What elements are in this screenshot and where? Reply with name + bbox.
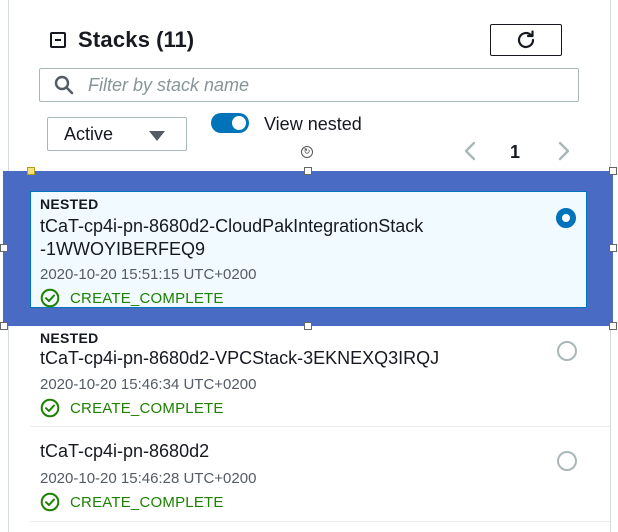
status-label: CREATE_COMPLETE — [70, 399, 224, 417]
nested-badge: NESTED — [40, 196, 99, 212]
rotate-handle-icon[interactable]: ↻ — [301, 146, 313, 158]
stack-count: (11) — [156, 27, 195, 52]
view-nested-toggle[interactable] — [211, 113, 249, 133]
check-circle-icon — [40, 398, 60, 418]
current-page[interactable]: 1 — [510, 142, 520, 164]
search-icon — [54, 75, 74, 95]
resize-handle[interactable] — [304, 167, 312, 175]
resize-handle[interactable] — [609, 167, 617, 175]
stack-status: CREATE_COMPLETE — [40, 288, 423, 308]
search-box — [39, 68, 579, 102]
status-label: CREATE_COMPLETE — [70, 289, 224, 307]
stack-created-date: 2020-10-20 15:46:34 UTC+0200 — [40, 376, 257, 393]
list-item[interactable]: NESTED tCaT-cp4i-pn-8680d2-CloudPakInteg… — [40, 196, 423, 308]
caret-down-icon — [149, 131, 165, 141]
check-circle-icon — [40, 288, 60, 308]
stack-name-continued: -1WWOYIBERFEQ9 — [40, 239, 206, 259]
stack-created-date: 2020-10-20 15:51:15 UTC+0200 — [40, 266, 257, 283]
resize-handle[interactable] — [609, 244, 617, 252]
stack-status: CREATE_COMPLETE — [40, 492, 256, 512]
resize-handle[interactable] — [609, 322, 617, 330]
view-nested-label: View nested — [264, 114, 362, 134]
refresh-icon — [517, 30, 535, 49]
toggle-knob — [232, 116, 246, 130]
status-filter-select[interactable]: Active — [47, 117, 187, 151]
search-input[interactable] — [86, 73, 550, 97]
stack-name: tCaT-cp4i-pn-8680d2-VPCStack-3EKNEXQ3IRQ… — [40, 348, 440, 368]
panel-header: Stacks (11) — [50, 27, 194, 53]
stack-radio[interactable] — [557, 451, 577, 471]
nested-badge: NESTED — [40, 330, 99, 346]
check-circle-icon — [40, 492, 60, 512]
status-label: CREATE_COMPLETE — [70, 493, 224, 511]
stack-radio[interactable] — [557, 341, 577, 361]
row-divider — [30, 426, 610, 427]
stack-created-date: 2020-10-20 15:46:28 UTC+0200 — [40, 470, 257, 487]
resize-handle[interactable] — [27, 167, 35, 175]
refresh-button[interactable] — [490, 24, 562, 56]
stack-status: CREATE_COMPLETE — [40, 398, 439, 418]
list-item[interactable]: NESTED tCaT-cp4i-pn-8680d2-VPCStack-3EKN… — [40, 330, 439, 418]
status-filter-value: Active — [64, 123, 114, 144]
page-title: Stacks — [78, 27, 151, 52]
row-divider — [30, 521, 610, 522]
resize-handle[interactable] — [0, 322, 8, 330]
stack-name: tCaT-cp4i-pn-8680d2-CloudPakIntegrationS… — [40, 216, 424, 236]
chevron-left-icon[interactable] — [462, 140, 478, 162]
stack-name: tCaT-cp4i-pn-8680d2 — [40, 441, 210, 461]
list-item[interactable]: tCaT-cp4i-pn-8680d2 2020-10-20 15:46:28 … — [40, 440, 256, 512]
collapse-icon[interactable] — [50, 32, 66, 48]
resize-handle[interactable] — [304, 322, 312, 330]
resize-handle[interactable] — [0, 244, 8, 252]
chevron-right-icon[interactable] — [556, 140, 572, 162]
stack-radio-selected[interactable] — [556, 208, 576, 228]
